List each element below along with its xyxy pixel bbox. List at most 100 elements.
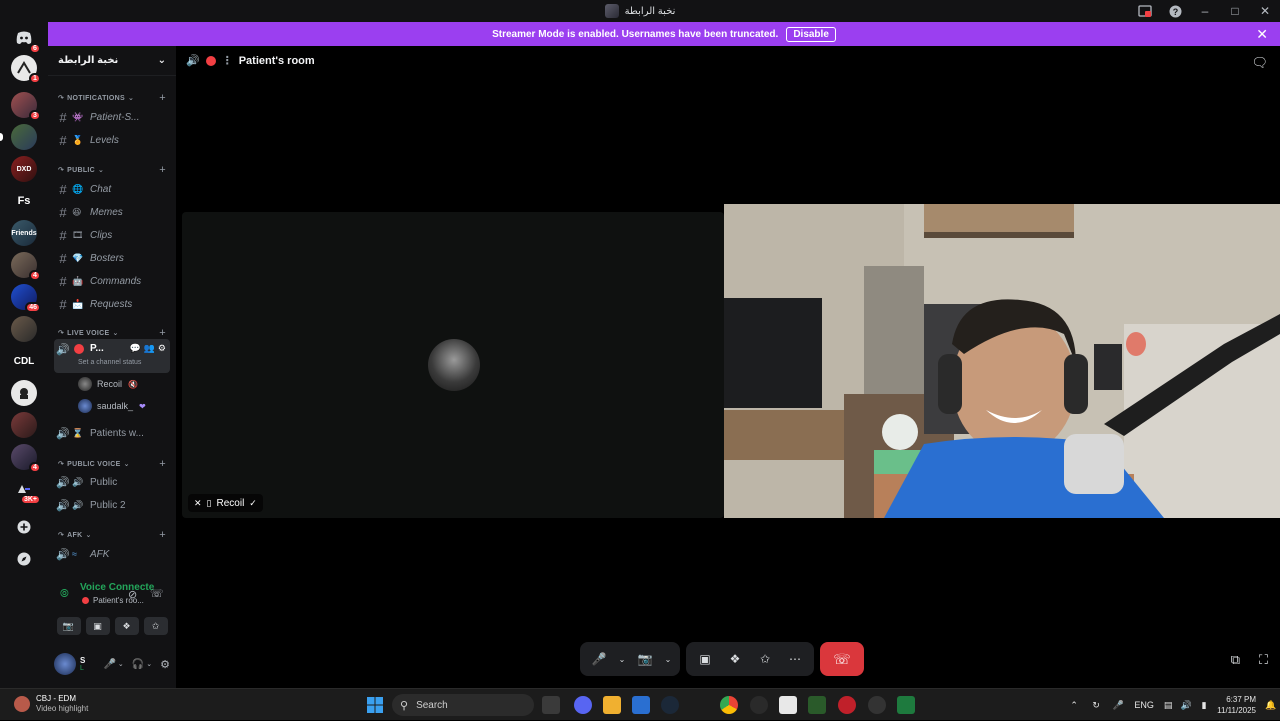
- chat-icon[interactable]: 💬: [129, 343, 140, 354]
- windows-start-icon[interactable]: [366, 696, 384, 714]
- voice-channel-patients-waiting[interactable]: 🔊 ⌛ Patients w...: [54, 423, 170, 443]
- microphone-tray-icon[interactable]: 🎤: [1107, 700, 1129, 711]
- channel-bosters[interactable]: # 💎 Bosters: [54, 248, 170, 268]
- notifications-icon[interactable]: 🔔: [1262, 700, 1280, 711]
- chevron-down-icon[interactable]: ⌄: [118, 660, 124, 668]
- guild-fs[interactable]: Fs: [11, 188, 37, 214]
- chevron-down-icon[interactable]: ⌄: [146, 660, 152, 668]
- server-header[interactable]: نخبة الرابطة ⌄: [48, 46, 176, 76]
- discord-taskbar-icon[interactable]: [574, 696, 592, 714]
- settings-app-icon[interactable]: [750, 696, 768, 714]
- guild-3[interactable]: [0, 124, 37, 150]
- battery-icon[interactable]: ▮: [1195, 700, 1213, 711]
- soundboard-icon[interactable]: ✩: [143, 617, 168, 635]
- taskbar-search[interactable]: ⚲ Search: [392, 694, 534, 716]
- guild-7[interactable]: 4: [11, 252, 41, 281]
- category-public[interactable]: ↷ PUBLIC ⌄ +: [58, 164, 166, 176]
- microphone-icon[interactable]: 🎤: [103, 659, 115, 670]
- activities-icon[interactable]: ❖: [114, 617, 139, 635]
- camera-off-icon[interactable]: 📷: [632, 646, 658, 672]
- voice-channel-afk[interactable]: 🔊 ≈ AFK: [54, 544, 170, 564]
- camera-off-icon[interactable]: 📷: [56, 617, 81, 635]
- participant-tile-recoil[interactable]: ✕ ▯ Recoil ✓: [182, 212, 724, 518]
- minimize-button[interactable]: –: [1190, 0, 1220, 22]
- steam-icon[interactable]: [661, 696, 679, 714]
- sync-icon[interactable]: ↻: [1085, 700, 1107, 711]
- guild-cdl[interactable]: CDL: [11, 348, 37, 374]
- add-channel-icon[interactable]: +: [159, 458, 166, 470]
- disconnect-icon[interactable]: ☏: [150, 587, 164, 600]
- nvidia-icon[interactable]: [808, 696, 826, 714]
- fullscreen-icon[interactable]: ⛶: [1259, 652, 1268, 668]
- more-options-icon[interactable]: ⋯: [782, 646, 808, 672]
- guild-4[interactable]: DXD: [11, 156, 37, 182]
- channel-commands[interactable]: # 🤖 Commands: [54, 271, 170, 291]
- volume-icon[interactable]: 🔊: [1177, 700, 1195, 711]
- headphones-icon[interactable]: 🎧: [132, 659, 144, 670]
- guild-13[interactable]: 4: [11, 444, 41, 473]
- voice-member-saudalk[interactable]: saudalk_ ❤: [78, 398, 168, 414]
- gear-icon[interactable]: ⚙: [160, 658, 170, 671]
- channel-status-hint[interactable]: Set a channel status: [78, 359, 141, 366]
- guild-8[interactable]: 46: [11, 284, 41, 313]
- guild-9[interactable]: [11, 316, 37, 342]
- category-afk[interactable]: ↷ AFK ⌄ +: [58, 529, 166, 541]
- add-channel-icon[interactable]: +: [159, 92, 166, 104]
- clock[interactable]: 6:37 PM 11/11/2025: [1213, 694, 1262, 716]
- voice-channel-patients-room[interactable]: 🔊 P... 💬 👥 ⚙ Set a channel status: [54, 339, 170, 373]
- guild-friends[interactable]: Friends: [11, 220, 37, 246]
- obs-icon[interactable]: [868, 696, 886, 714]
- add-channel-icon[interactable]: +: [159, 529, 166, 541]
- channel-clips[interactable]: # 🎞 Clips: [54, 225, 170, 245]
- disconnect-call-button[interactable]: ☏: [820, 642, 864, 676]
- voice-member-recoil[interactable]: Recoil 🔇: [78, 376, 168, 392]
- channel-levels[interactable]: # 🏅 Levels: [54, 130, 170, 150]
- help-icon[interactable]: ?: [1160, 0, 1190, 22]
- voice-status[interactable]: Voice Connecte: [46, 582, 154, 593]
- discover-icon[interactable]: [11, 546, 37, 572]
- channel-patient-s[interactable]: # 👾 Patient-S...: [54, 107, 170, 127]
- close-icon[interactable]: ✕: [1256, 26, 1268, 43]
- inbox-icon[interactable]: [1130, 0, 1160, 22]
- soundboard-icon[interactable]: ✩: [752, 646, 778, 672]
- guild-12[interactable]: [11, 412, 37, 438]
- store-icon[interactable]: [632, 696, 650, 714]
- video-stream-tile[interactable]: [724, 204, 1280, 518]
- add-server-icon[interactable]: [11, 514, 37, 540]
- category-public-voice[interactable]: ↷ PUBLIC VOICE ⌄ +: [58, 458, 166, 470]
- category-live-voice[interactable]: ↷ LIVE VOICE ⌄ +: [58, 327, 166, 339]
- invite-icon[interactable]: 👥: [144, 343, 155, 354]
- screen-share-icon[interactable]: ▣: [85, 617, 110, 635]
- microphone-icon[interactable]: 🎤: [586, 646, 612, 672]
- network-icon[interactable]: ▤: [1159, 700, 1177, 711]
- screen-share-icon[interactable]: ▣: [692, 646, 718, 672]
- chrome-icon[interactable]: [720, 696, 738, 714]
- avatar[interactable]: [54, 653, 76, 675]
- tray-chevron-up-icon[interactable]: ⌃: [1063, 700, 1085, 711]
- chat-icon[interactable]: 🗨: [1251, 55, 1268, 71]
- disable-streamer-mode-button[interactable]: Disable: [786, 26, 836, 42]
- language-indicator[interactable]: ENG: [1129, 700, 1159, 710]
- excel-icon[interactable]: [897, 696, 915, 714]
- activities-icon[interactable]: ❖: [722, 646, 748, 672]
- maximize-button[interactable]: □: [1220, 0, 1250, 22]
- chevron-down-icon[interactable]: ⌄: [616, 646, 628, 672]
- task-view-icon[interactable]: [542, 696, 560, 714]
- discord-home-icon[interactable]: 6: [11, 25, 41, 54]
- chevron-down-icon[interactable]: ⌄: [662, 646, 674, 672]
- file-explorer-icon[interactable]: [603, 696, 621, 714]
- guild-11[interactable]: [11, 380, 37, 406]
- channel-chat[interactable]: # 🌐 Chat: [54, 179, 170, 199]
- gear-icon[interactable]: ⚙: [158, 343, 166, 354]
- voice-channel-public[interactable]: 🔊 🔊 Public: [54, 472, 170, 492]
- notepad-icon[interactable]: [779, 696, 797, 714]
- category-notifications[interactable]: ↷ NOTIFICATIONS ⌄ +: [58, 92, 166, 104]
- media-widget[interactable]: CBJ - EDM Video highlight: [14, 694, 88, 714]
- channel-requests[interactable]: # 📩 Requests: [54, 294, 170, 314]
- guild-2[interactable]: 3: [11, 92, 41, 121]
- add-channel-icon[interactable]: +: [159, 164, 166, 176]
- guild-1[interactable]: 1: [11, 55, 41, 84]
- popout-icon[interactable]: ⧉: [1231, 652, 1240, 668]
- guild-14[interactable]: 3K+: [11, 476, 41, 505]
- media-app-icon[interactable]: [838, 696, 856, 714]
